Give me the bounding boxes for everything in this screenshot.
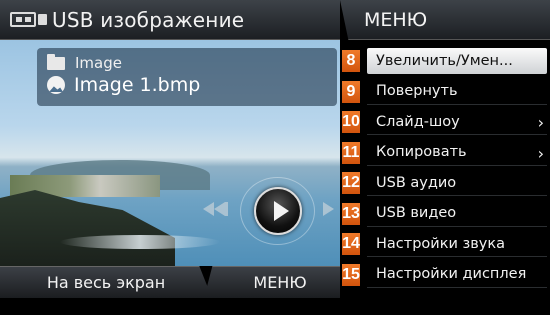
menu-title: МЕНЮ bbox=[340, 0, 550, 40]
menu-item-label: USB видео bbox=[367, 201, 547, 227]
bottom-bar: На весь экран МЕНЮ bbox=[0, 266, 350, 315]
folder-name: Image bbox=[75, 54, 122, 72]
play-icon[interactable] bbox=[254, 187, 302, 235]
file-row: Image 1.bmp bbox=[47, 74, 200, 96]
menu-item-number-badge: 11 bbox=[342, 141, 360, 164]
menu-item-label: Настройки звука bbox=[367, 231, 547, 257]
menu-item[interactable]: 12 USB аудио bbox=[340, 168, 550, 199]
menu-item[interactable]: 15 Настройки дисплея bbox=[340, 260, 550, 291]
menu-button[interactable]: МЕНЮ bbox=[204, 266, 344, 298]
image-file-icon bbox=[47, 76, 65, 94]
menu-item-number-badge: 15 bbox=[342, 263, 360, 286]
menu-item-label: Слайд-шоу bbox=[367, 109, 547, 135]
menu-item[interactable]: 13 USB видео bbox=[340, 199, 550, 230]
folder-icon bbox=[47, 53, 65, 70]
previous-icon[interactable] bbox=[203, 202, 237, 216]
menu-item[interactable]: 14 Настройки звука bbox=[340, 229, 550, 260]
menu-item-label: Увеличить/Умен... bbox=[367, 48, 547, 74]
photo-surf bbox=[60, 235, 220, 249]
menu-item-number-badge: 12 bbox=[342, 172, 360, 194]
menu-item-number-badge: 8 bbox=[342, 50, 360, 72]
folder-row: Image bbox=[47, 53, 122, 72]
menu-item[interactable]: 9 Повернуть bbox=[340, 77, 550, 108]
menu-item-label: Настройки дисплея bbox=[367, 262, 547, 288]
menu-item-label: Повернуть bbox=[367, 79, 547, 105]
photo-viewer: USB изображение Image Image 1.bmp На вес… bbox=[0, 0, 350, 315]
menu-item-number-badge: 9 bbox=[342, 80, 360, 103]
menu-item-label: Копировать bbox=[367, 140, 547, 166]
usb-drive-icon bbox=[10, 10, 50, 30]
photo-rocks bbox=[0, 190, 175, 266]
menu-item[interactable]: 8 Увеличить/Умен... bbox=[340, 46, 550, 77]
fullscreen-button[interactable]: На весь экран bbox=[0, 266, 212, 298]
chevron-right-icon: › bbox=[537, 143, 544, 163]
photo-image[interactable]: Image Image 1.bmp bbox=[0, 40, 350, 266]
menu-item[interactable]: 10 Слайд-шоу › bbox=[340, 107, 550, 138]
menu-panel: МЕНЮ 8 Увеличить/Умен... 9 Повернуть 10 Слайд… bbox=[340, 0, 550, 315]
file-info-panel: Image Image 1.bmp bbox=[37, 48, 337, 106]
page-title: USB изображение bbox=[52, 7, 245, 32]
menu-item-label: USB аудио bbox=[367, 170, 547, 196]
playback-controls bbox=[200, 175, 350, 245]
menu-item-number-badge: 10 bbox=[342, 111, 360, 133]
menu-item[interactable]: 11 Копировать › bbox=[340, 138, 550, 169]
chevron-right-icon: › bbox=[537, 113, 544, 132]
file-name: Image 1.bmp bbox=[74, 74, 201, 96]
viewer-title-bar: USB изображение bbox=[0, 0, 345, 40]
menu-item-number-badge: 14 bbox=[342, 233, 360, 255]
menu-list: 8 Увеличить/Умен... 9 Повернуть 10 Слайд-шоу ›… bbox=[340, 46, 550, 290]
menu-item-number-badge: 13 bbox=[342, 202, 360, 225]
